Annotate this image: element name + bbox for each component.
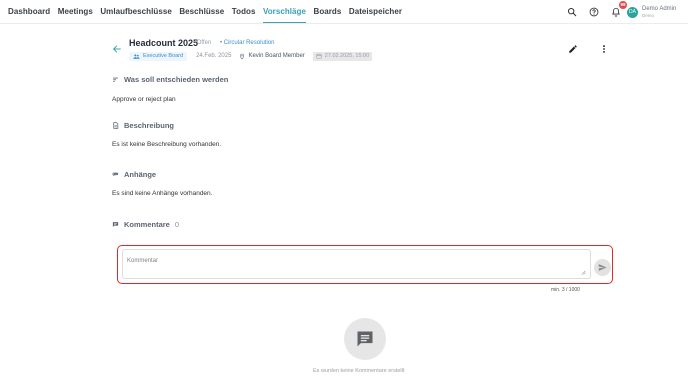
attachments-heading: Anhänge: [112, 170, 156, 179]
help-icon: [589, 7, 599, 17]
send-icon: [598, 264, 607, 271]
board-tag[interactable]: Executive Board: [129, 51, 188, 61]
comments-heading: Kommentare 0: [112, 220, 179, 229]
bell-icon: [612, 7, 620, 17]
search-button[interactable]: [565, 5, 579, 19]
attachment-icon: [112, 172, 119, 176]
comment-placeholder: Kommentar: [127, 258, 159, 264]
comment-icon: [112, 222, 119, 227]
comment-bubble-icon: [357, 331, 373, 347]
group-icon: [133, 53, 140, 59]
notification-badge: 99: [619, 1, 627, 9]
deadline-text: 27.02.2025, 15:00: [324, 53, 370, 59]
comment-input[interactable]: [122, 249, 591, 279]
notifications-button[interactable]: 99: [609, 1, 627, 19]
more-vertical-icon[interactable]: [600, 44, 608, 54]
comments-count: 0: [174, 220, 180, 229]
nav-item-dashboard[interactable]: Dashboard: [8, 0, 50, 24]
resize-handle-icon[interactable]: [580, 269, 586, 275]
board-tag-label: Executive Board: [143, 53, 184, 59]
nav-item-umlaufbeschluesse[interactable]: Umlaufbeschlüsse: [100, 0, 172, 24]
proposal-date: 24.Feb. 2025: [196, 53, 232, 59]
description-heading: Beschreibung: [112, 121, 174, 130]
comment-char-counter: min. 3 / 1000: [551, 287, 580, 293]
user-role: Demo: [642, 12, 655, 18]
user-menu[interactable]: Demo Admin Demo: [642, 6, 688, 19]
avatar[interactable]: DA: [627, 6, 638, 18]
nav-item-meetings[interactable]: Meetings: [58, 0, 93, 24]
nav-item-dateispeicher[interactable]: Dateispeicher: [349, 0, 402, 24]
member-info: Kevin Board Member: [239, 53, 305, 60]
short-text-icon: [113, 77, 118, 82]
nav-item-vorschlaege[interactable]: Vorschläge: [262, 0, 307, 24]
decide-text: Approve or reject plan: [112, 96, 176, 103]
empty-comments-text: Es wurden keine Kommentare erstellt: [313, 368, 405, 374]
member-name: Kevin Board Member: [248, 53, 305, 59]
status-circular-resolution: • Circular Resolution: [220, 40, 275, 46]
decide-title: Was soll entschieden werden: [124, 75, 229, 84]
deadline-badge: 27.02.2025, 15:00: [312, 51, 373, 61]
attachments-title: Anhänge: [124, 170, 157, 179]
status-open: • Offen: [193, 40, 212, 46]
nav-item-boards[interactable]: Boards: [314, 0, 342, 24]
attachments-text: Es sind keine Anhänge vorhanden.: [112, 190, 213, 197]
decide-heading: Was soll entschieden werden: [112, 75, 228, 84]
proposal-meta: Executive Board 24.Feb. 2025 Kevin Board…: [129, 51, 373, 61]
description-text: Es ist keine Beschreibung vorhanden.: [112, 141, 222, 148]
edit-pencil-icon[interactable]: [568, 44, 578, 54]
nav-item-beschluesse[interactable]: Beschlüsse: [179, 0, 224, 24]
nav-item-todos[interactable]: Todos: [232, 0, 256, 24]
search-icon: [567, 7, 577, 17]
calendar-icon: [316, 53, 322, 59]
nav-menu: Dashboard Meetings Umlaufbeschlüsse Besc…: [8, 0, 402, 24]
top-navigation: Dashboard Meetings Umlaufbeschlüsse Besc…: [0, 0, 688, 24]
nav-toolbar: 99 DA Demo Admin Demo: [565, 0, 688, 24]
back-arrow-icon[interactable]: [112, 44, 122, 54]
send-button[interactable]: [594, 259, 611, 276]
location-pin-icon: [240, 53, 245, 59]
description-title: Beschreibung: [124, 121, 175, 130]
comments-title: Kommentare: [124, 220, 170, 229]
proposal-title: Headcount 2025: [129, 38, 199, 48]
help-button[interactable]: [587, 5, 601, 19]
user-name: Demo Admin: [642, 5, 677, 12]
document-icon: [113, 122, 119, 129]
empty-comments-illustration: [344, 318, 386, 360]
